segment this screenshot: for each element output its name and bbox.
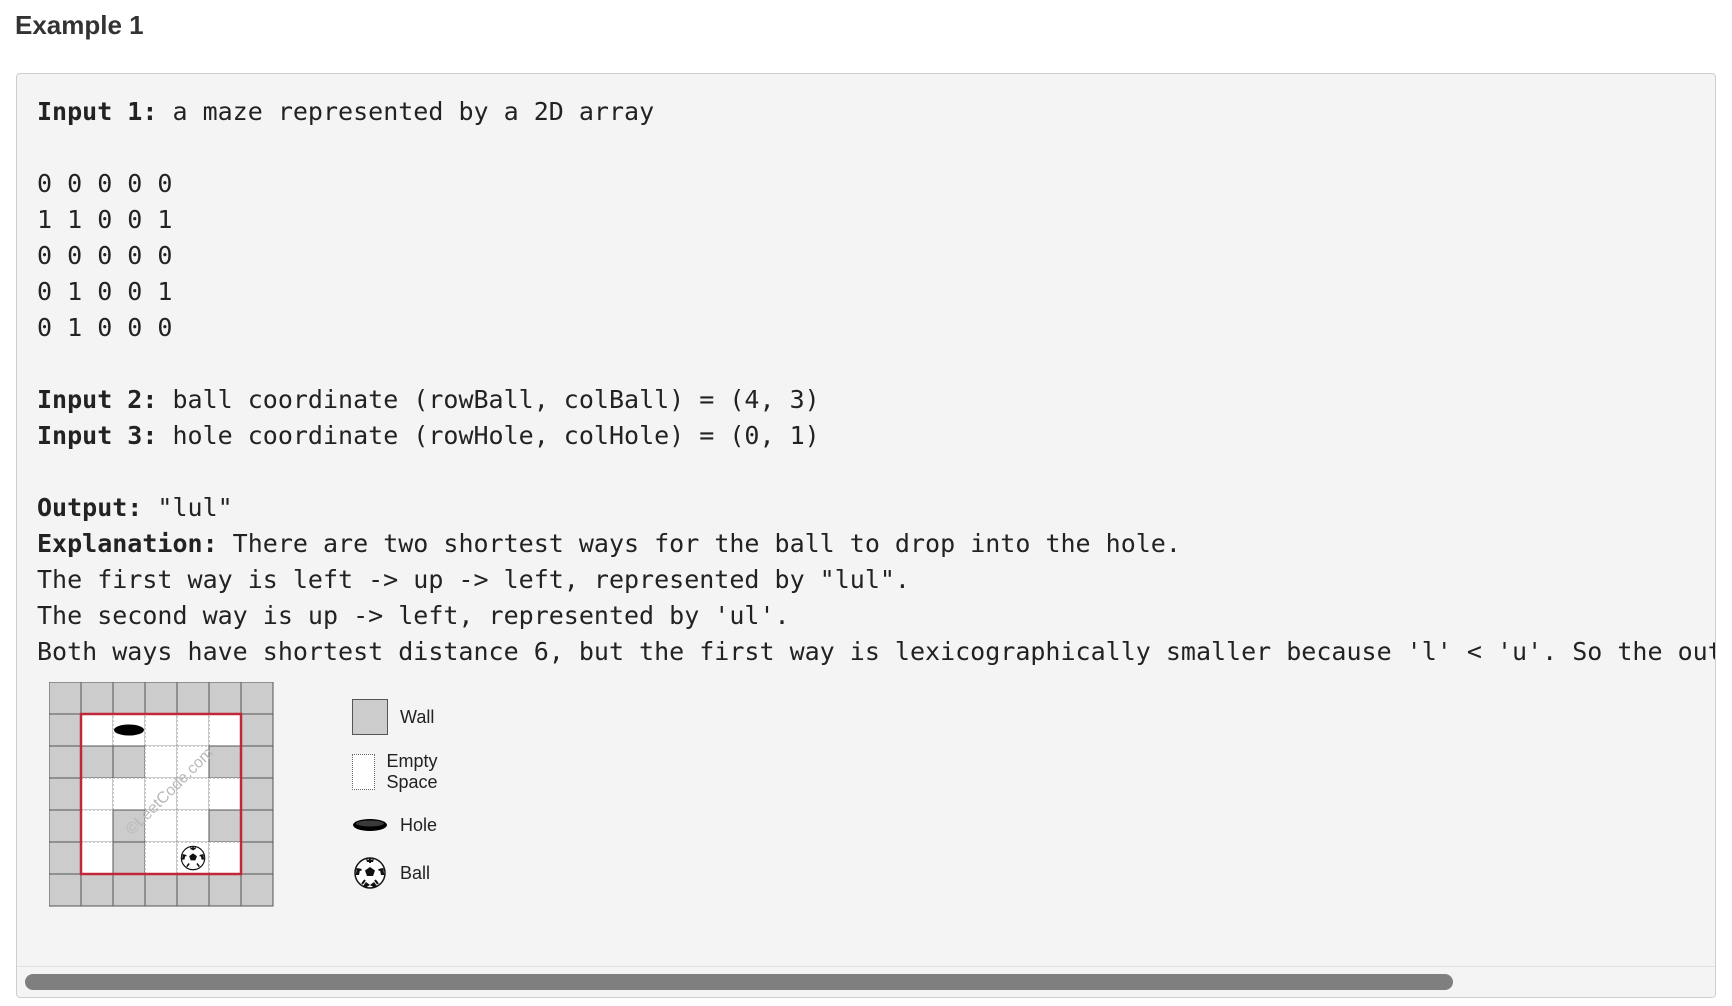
maze-hole	[114, 724, 144, 736]
maze-ball	[180, 845, 206, 871]
maze-wall-cell	[49, 777, 82, 811]
legend-empty: Empty Space	[352, 751, 451, 793]
maze-empty-cell	[208, 713, 242, 747]
code-line-text: 1 1 0 0 1	[37, 205, 173, 234]
maze-wall-cell	[49, 873, 82, 907]
horizontal-scrollbar[interactable]	[17, 966, 1715, 997]
code-line-text: "lul"	[142, 493, 233, 522]
code-line-label: Input 2:	[37, 385, 158, 414]
code-line: Input 1: a maze represented by a 2D arra…	[37, 94, 1715, 130]
maze-wall-cell	[49, 841, 82, 875]
maze-wall-cell	[240, 682, 274, 715]
maze-wall-cell	[49, 713, 82, 747]
code-line-label: Input 1:	[37, 97, 158, 126]
maze-empty-cell	[112, 777, 146, 811]
maze-wall-cell	[208, 745, 242, 779]
code-line-text: a maze represented by a 2D array	[157, 97, 655, 126]
code-line: The first way is left -> up -> left, rep…	[37, 562, 1715, 598]
maze-empty-cell	[80, 777, 114, 811]
code-line: 1 1 0 0 1	[37, 202, 1715, 238]
maze-wall-cell	[80, 745, 114, 779]
maze-wall-cell	[240, 809, 274, 843]
maze-wall-cell	[176, 873, 210, 907]
soccer-ball-icon	[352, 855, 388, 891]
maze-wall-cell	[49, 809, 82, 843]
maze-wall-cell	[80, 682, 114, 715]
legend-empty-label: Empty Space	[386, 751, 438, 792]
maze-wall-cell	[240, 873, 274, 907]
code-line: Input 3: hole coordinate (rowHole, colHo…	[37, 418, 1715, 454]
legend-wall: Wall	[352, 699, 434, 735]
maze-wall-cell	[112, 841, 146, 875]
maze-wall-cell	[112, 745, 146, 779]
code-line: The second way is up -> left, represente…	[37, 598, 1715, 634]
wall-swatch-icon	[352, 699, 388, 735]
code-line-text: 0 0 0 0 0	[37, 169, 173, 198]
maze-wall-cell	[208, 682, 242, 715]
code-line-text: 0 0 0 0 0	[37, 241, 173, 270]
maze-empty-cell	[176, 713, 210, 747]
code-line-text: There are two shortest ways for the ball…	[217, 529, 1181, 558]
maze-wall-cell	[240, 713, 274, 747]
code-line: Explanation: There are two shortest ways…	[37, 526, 1715, 562]
maze-wall-cell	[112, 682, 146, 715]
code-line-text: 0 1 0 0 0	[37, 313, 173, 342]
maze-wall-cell	[144, 682, 178, 715]
example-code-block[interactable]: Input 1: a maze represented by a 2D arra…	[16, 73, 1716, 998]
maze-wall-cell	[80, 873, 114, 907]
example-code-text: Input 1: a maze represented by a 2D arra…	[37, 94, 1715, 670]
scrollbar-thumb[interactable]	[25, 974, 1453, 990]
code-line-text: The second way is up -> left, represente…	[37, 601, 790, 630]
maze-empty-cell	[144, 713, 178, 747]
maze-wall-cell	[49, 745, 82, 779]
code-line-label: Input 3:	[37, 421, 158, 450]
example-heading: Example 1	[15, 10, 144, 40]
code-line: Input 2: ball coordinate (rowBall, colBa…	[37, 382, 1715, 418]
code-line-label: Output:	[37, 493, 143, 522]
legend-hole: Hole	[352, 807, 437, 843]
maze-wall-cell	[240, 745, 274, 779]
code-line: 0 1 0 0 0	[37, 310, 1715, 346]
maze-wall-cell	[176, 682, 210, 715]
code-line: 0 0 0 0 0	[37, 238, 1715, 274]
maze-wall-cell	[144, 873, 178, 907]
legend-ball-label: Ball	[400, 862, 431, 883]
maze-empty-cell	[176, 809, 210, 843]
code-line-text: The first way is left -> up -> left, rep…	[37, 565, 910, 594]
maze-empty-cell	[208, 777, 242, 811]
empty-space-swatch-icon	[352, 754, 375, 790]
maze-empty-cell	[80, 841, 114, 875]
code-line-text: ball coordinate (rowBall, colBall) = (4,…	[157, 385, 820, 414]
legend-hole-label: Hole	[400, 814, 438, 835]
maze-wall-cell	[49, 682, 82, 715]
maze-wall-cell	[240, 841, 274, 875]
maze-wall-cell	[208, 809, 242, 843]
maze-wall-cell	[112, 873, 146, 907]
code-line: Output: "lul"	[37, 490, 1715, 526]
code-line: 0 0 0 0 0	[37, 166, 1715, 202]
maze-illustration: ©LeetCode.com	[49, 682, 274, 907]
maze-empty-cell	[208, 841, 242, 875]
maze-empty-cell	[144, 745, 178, 779]
maze-empty-cell	[80, 713, 114, 747]
maze-wall-cell	[208, 873, 242, 907]
code-line-text: hole coordinate (rowHole, colHole) = (0,…	[157, 421, 820, 450]
code-line-label: Explanation:	[37, 529, 218, 558]
maze-empty-cell	[144, 841, 178, 875]
code-line-text: Both ways have shortest distance 6, but …	[37, 637, 1715, 666]
hole-icon	[352, 807, 388, 843]
code-line-text: 0 1 0 0 1	[37, 277, 173, 306]
maze-wall-cell	[240, 777, 274, 811]
code-line: Both ways have shortest distance 6, but …	[37, 634, 1715, 670]
maze-empty-cell	[80, 809, 114, 843]
legend-ball: Ball	[352, 855, 430, 891]
code-line: 0 1 0 0 1	[37, 274, 1715, 310]
legend-wall-label: Wall	[400, 706, 435, 727]
